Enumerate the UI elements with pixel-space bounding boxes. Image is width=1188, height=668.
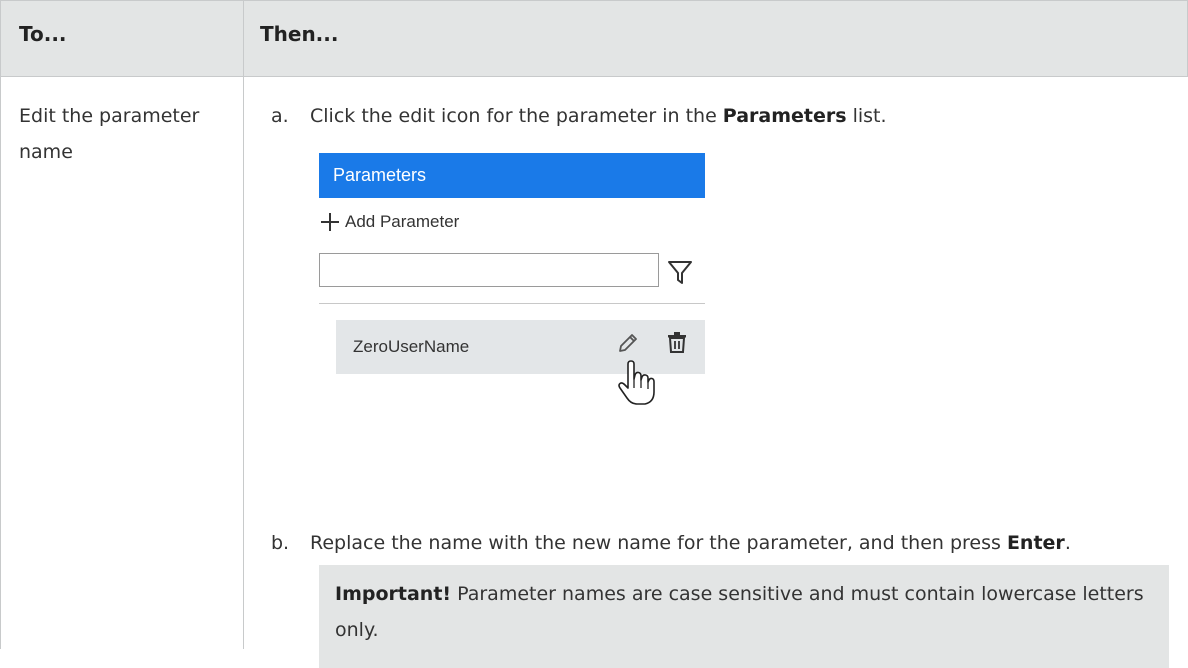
step-b-text: Replace the name with the new name for t…	[310, 525, 1170, 561]
important-body: Parameter names are case sensitive and m…	[335, 583, 1144, 641]
parameters-panel: Parameters Add Parameter ZeroUserName	[319, 153, 705, 405]
step-b-marker: b.	[271, 532, 290, 554]
column-header-then: Then...	[260, 22, 339, 46]
parameters-panel-header: Parameters	[319, 153, 705, 198]
add-parameter-label: Add Parameter	[345, 212, 460, 231]
important-label: Important!	[335, 583, 452, 605]
step-a-marker: a.	[271, 105, 289, 127]
table-left-border	[0, 0, 1, 649]
step-a-text: Click the edit icon for the parameter in…	[310, 98, 1170, 134]
filter-icon[interactable]	[667, 259, 693, 285]
parameter-name: ZeroUserName	[353, 337, 470, 356]
step-a-bold: Parameters	[722, 105, 847, 127]
hand-cursor-icon	[618, 360, 655, 405]
pencil-icon[interactable]	[616, 331, 640, 355]
column-header-to: To...	[19, 22, 67, 46]
add-parameter-button[interactable]: Add Parameter	[321, 212, 459, 232]
instruction-table: To... Then... Edit the parameter name a.…	[0, 0, 1188, 668]
plus-icon	[321, 213, 339, 231]
step-b-text-before: Replace the name with the new name for t…	[310, 532, 1007, 554]
important-note-text: Important! Parameter names are case sens…	[335, 576, 1155, 648]
step-a-text-before: Click the edit icon for the parameter in…	[310, 105, 723, 127]
step-a-text-after: list.	[846, 105, 887, 127]
header-column-divider	[243, 1, 244, 78]
trash-icon[interactable]	[666, 330, 688, 354]
parameters-panel-title: Parameters	[333, 165, 427, 185]
task-cell: Edit the parameter name	[19, 105, 200, 163]
panel-separator	[319, 303, 705, 304]
table-header-row	[0, 0, 1188, 78]
filter-input[interactable]	[319, 253, 659, 287]
step-b-text-after: .	[1064, 532, 1071, 554]
important-note: Important! Parameter names are case sens…	[319, 565, 1169, 668]
column-divider	[243, 77, 244, 649]
parameter-list-item[interactable]: ZeroUserName	[336, 320, 705, 405]
step-b-bold: Enter	[1006, 532, 1065, 554]
